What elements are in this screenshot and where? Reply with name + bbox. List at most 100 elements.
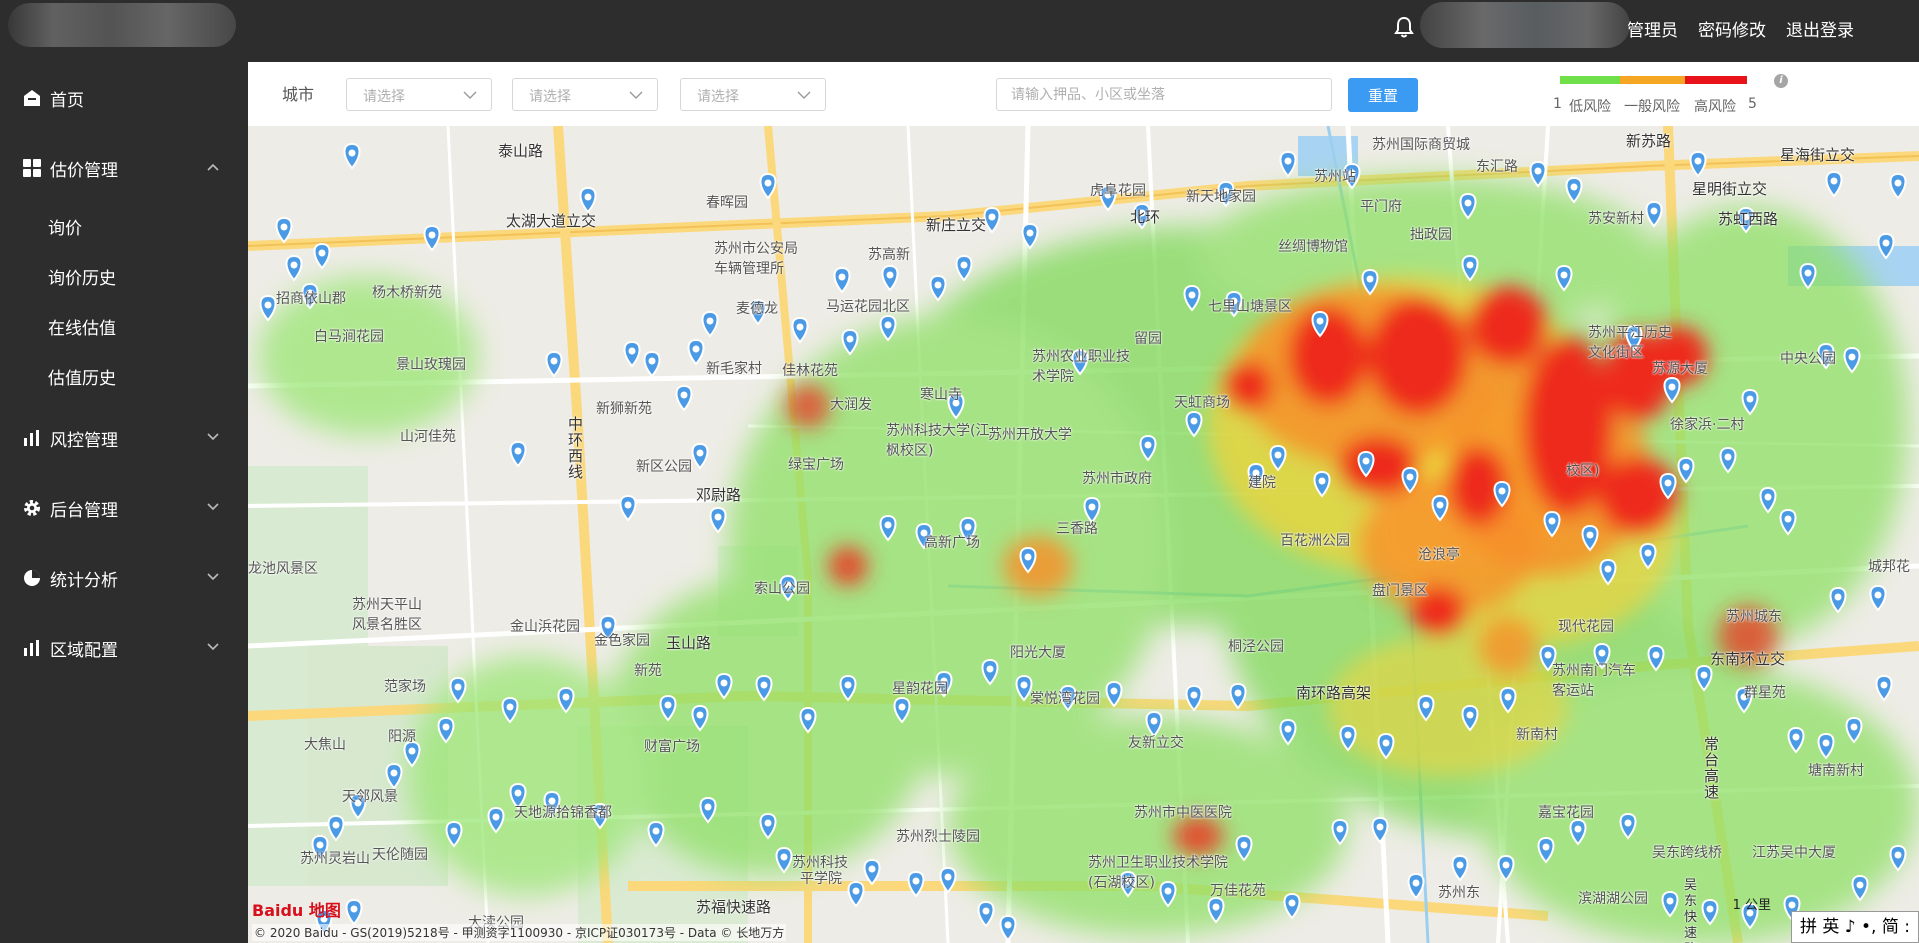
legend-high-bar <box>1685 76 1747 84</box>
logout-link[interactable]: 退出登录 <box>1786 16 1854 41</box>
app-logo <box>8 3 236 47</box>
legend-normal-bar <box>1620 76 1685 84</box>
map-label: 校区) <box>1566 463 1600 479</box>
map-pin-dot <box>1666 897 1674 905</box>
map-label: 拙政园 <box>1410 227 1452 243</box>
map-label: 盘门景区 <box>1372 583 1428 599</box>
map-label: 苏州站 <box>1314 169 1356 185</box>
map-label: 桐泾公园 <box>1228 639 1284 655</box>
legend-high-label: 高风险 <box>1694 99 1736 115</box>
map-pin-dot <box>1682 463 1690 471</box>
map-pin-dot <box>648 357 656 365</box>
user-avatar[interactable] <box>1420 2 1630 48</box>
map-pin-dot <box>1376 823 1384 831</box>
map-label: 大润发 <box>830 397 872 413</box>
map-pin-dot <box>290 261 298 269</box>
map-pin-dot <box>1598 649 1606 657</box>
map-label: 杨木桥新苑 <box>372 285 442 301</box>
bell-icon[interactable] <box>1394 16 1414 38</box>
map-label: 星韵花园 <box>892 681 948 697</box>
map-pin-dot <box>1466 711 1474 719</box>
sidebar-item-backend[interactable]: 后台管理 <box>0 488 248 528</box>
map-pin-dot <box>1784 515 1792 523</box>
sidebar-item-home[interactable]: 首页 <box>0 78 248 118</box>
map-label: 苏高新 <box>868 247 910 263</box>
top-bar: 管理员 密码修改 退出登录 <box>0 0 1919 62</box>
map-label: 新南村 <box>1516 727 1558 743</box>
admin-label[interactable]: 管理员 <box>1627 16 1678 41</box>
chevron-down-icon <box>463 91 477 99</box>
sidebar-subitem-valuation-history[interactable]: 估值历史 <box>0 357 248 393</box>
chevron-down-icon <box>207 433 219 441</box>
map-label: 苏虹西路 <box>1718 210 1779 228</box>
sidebar-subitem-label: 询价 <box>48 219 82 239</box>
map-label: 新庄立交 <box>926 216 987 234</box>
map-pin-dot <box>1212 903 1220 911</box>
map-label: 金色家园 <box>594 633 650 649</box>
gear-icon <box>24 500 40 516</box>
map-pin-dot <box>1110 687 1118 695</box>
map-pin-dot <box>1498 487 1506 495</box>
map-pin-dot <box>1436 501 1444 509</box>
map-pin-dot <box>1804 269 1812 277</box>
map-pin-dot <box>1362 457 1370 465</box>
map-label: 平门府 <box>1360 199 1402 215</box>
map-pin-dot <box>1464 199 1472 207</box>
map-label: 万佳花苑 <box>1210 883 1266 899</box>
map-label: 建院 <box>1248 475 1276 491</box>
city-select[interactable]: 请选择 <box>346 78 492 111</box>
sidebar-subitem-label: 估值历史 <box>48 369 116 389</box>
reset-button[interactable]: 重置 <box>1348 78 1418 112</box>
chevron-down-icon <box>797 91 811 99</box>
area-select[interactable]: 请选择 <box>680 78 826 111</box>
map-pin-dot <box>1746 395 1754 403</box>
sidebar-subitem-online-valuation[interactable]: 在线估值 <box>0 307 248 343</box>
map-pin-dot <box>1856 881 1864 889</box>
map-pin-dot <box>1830 177 1838 185</box>
map-label: 佳林花苑 <box>782 363 838 379</box>
map-pin-dot <box>514 789 522 797</box>
map-pin-dot <box>1544 651 1552 659</box>
legend-normal-label: 一般风险 <box>1624 99 1680 115</box>
map-label: 苏州平江历史文化街区 <box>1588 325 1672 361</box>
district-select[interactable]: 请选择 <box>512 78 658 111</box>
map-pin-dot <box>988 213 996 221</box>
bar-chart-icon <box>24 430 39 446</box>
sidebar-subitem-inquiry-history[interactable]: 询价历史 <box>0 257 248 293</box>
sidebar-item-risk[interactable]: 风控管理 <box>0 418 248 458</box>
map-label: 新苏路 <box>1626 132 1672 150</box>
map-label: 百花洲公园 <box>1280 533 1350 549</box>
change-password-link[interactable]: 密码修改 <box>1698 16 1766 41</box>
map-label: 吴东跨线桥 <box>1652 845 1722 861</box>
map-pin-dot <box>1382 739 1390 747</box>
map-pin-dot <box>1502 861 1510 869</box>
map-pin-dot <box>1880 681 1888 689</box>
info-icon[interactable]: i <box>1774 74 1788 88</box>
sidebar-item-valuation[interactable]: 估价管理 <box>0 148 248 188</box>
map-label: 苏州东 <box>1438 885 1480 901</box>
select-placeholder: 请选择 <box>363 89 405 105</box>
sidebar-item-statistics[interactable]: 统计分析 <box>0 558 248 598</box>
search-input[interactable] <box>996 78 1332 111</box>
ime-toolbar[interactable]: 拼 英 ♪ •, 简 : <box>1790 911 1919 943</box>
map-pin-dot <box>1664 479 1672 487</box>
sidebar-item-label: 后台管理 <box>50 500 118 521</box>
map-label: 常台高速 <box>1704 735 1720 801</box>
map-label: 平学院 <box>800 871 842 887</box>
map-pin-dot <box>696 711 704 719</box>
map-label: 泰山路 <box>498 142 544 160</box>
map-label: 白马涧花园 <box>314 329 384 345</box>
map-pin-dot <box>868 865 876 873</box>
sidebar-item-label: 统计分析 <box>50 570 118 591</box>
map-pin-dot <box>844 681 852 689</box>
map-pin-dot <box>390 769 398 777</box>
map-label: 苏州国际商贸城 <box>1372 137 1470 153</box>
filter-bar: 城市 请选择 请选择 请选择 重置 <box>248 62 1919 126</box>
map-pin-dot <box>706 317 714 325</box>
map-label: 阳光大厦 <box>1010 645 1066 661</box>
sidebar-item-region[interactable]: 区域配置 <box>0 628 248 668</box>
map[interactable]: 泰山路 太湖大道立交 春晖园 苏州市公安局车辆管理所 新庄立交 虎阜花园 新天地… <box>248 126 1919 943</box>
sidebar-subitem-inquiry[interactable]: 询价 <box>0 207 248 243</box>
map-label: 城邦花 <box>1868 559 1910 575</box>
baidu-logo[interactable]: Baidu 地图 <box>252 897 341 921</box>
